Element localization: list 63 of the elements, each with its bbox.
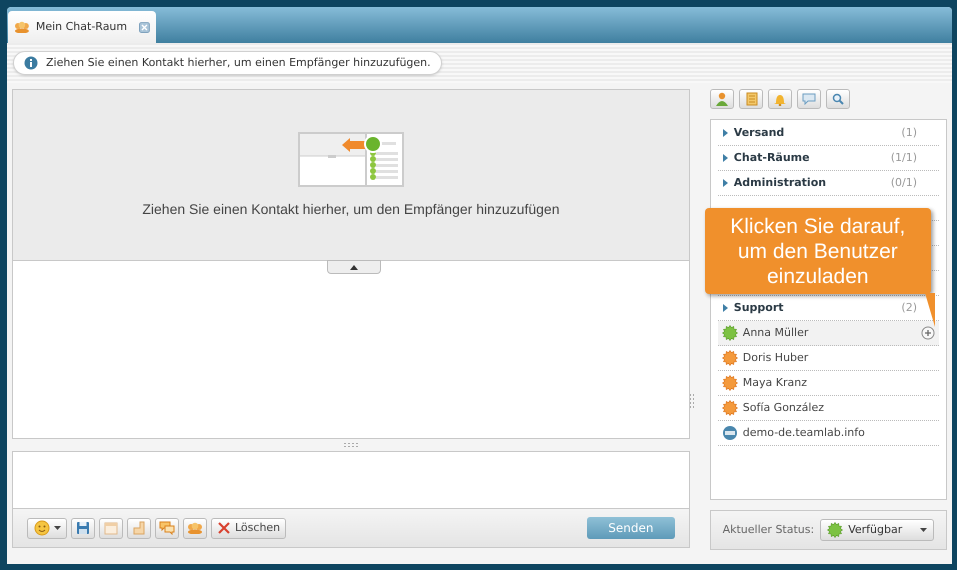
calendar-button[interactable] xyxy=(99,518,123,538)
delete-button[interactable]: Löschen xyxy=(211,518,286,538)
status-dropdown[interactable]: Verfügbar xyxy=(820,519,934,541)
info-text: Ziehen Sie einen Kontakt hierher, um einen Empfänger hinzuzufügen. xyxy=(46,54,431,71)
emoji-button[interactable] xyxy=(27,518,67,538)
collapse-handle[interactable] xyxy=(327,260,381,274)
drop-hint: Ziehen Sie einen Kontakt hierher, um den Empfänger hinzuzufügen xyxy=(142,200,560,219)
user-button[interactable] xyxy=(710,89,734,109)
user-icon xyxy=(716,92,728,106)
save-button[interactable] xyxy=(71,518,95,538)
status-badge-icon xyxy=(722,400,738,416)
smiley-icon xyxy=(34,520,50,536)
up-arrow-icon xyxy=(350,264,358,270)
history-button[interactable] xyxy=(155,518,179,538)
group-name[interactable]: Chat-Räume xyxy=(734,150,810,166)
group-count: (1/1) xyxy=(890,150,917,166)
contact-row[interactable]: Maya Kranz xyxy=(718,371,939,396)
groups-button[interactable] xyxy=(738,89,763,109)
contact-row[interactable]: Sofía González xyxy=(718,396,939,421)
invite-group-button[interactable] xyxy=(183,518,207,538)
chat-room-tab[interactable]: Mein Chat-Raum xyxy=(8,11,156,43)
add-icon[interactable] xyxy=(921,326,935,340)
notification-button[interactable] xyxy=(768,89,792,109)
speech-bubbles-icon xyxy=(159,521,175,535)
status-badge-icon xyxy=(722,375,738,391)
document-icon xyxy=(132,521,146,535)
group-count: (0/1) xyxy=(890,174,917,191)
expand-arrow-icon[interactable] xyxy=(722,154,728,162)
expand-arrow-icon[interactable] xyxy=(722,129,728,137)
close-icon[interactable] xyxy=(139,22,150,32)
search-icon xyxy=(832,93,844,105)
status-label: Aktueller Status: xyxy=(722,522,814,538)
group-name[interactable]: Administration xyxy=(734,174,826,192)
tab-label: Mein Chat-Raum xyxy=(36,18,128,35)
chat-button[interactable] xyxy=(796,89,821,109)
group-icon xyxy=(187,522,203,534)
group-name[interactable]: Versand xyxy=(734,124,784,142)
group-icon xyxy=(14,21,30,33)
expand-arrow-icon[interactable] xyxy=(722,179,728,187)
caret-icon xyxy=(920,528,928,532)
contact-row[interactable]: Doris Huber xyxy=(718,346,939,371)
search-button[interactable] xyxy=(826,89,850,109)
resize-grip-icon[interactable] xyxy=(344,443,358,447)
calendar-icon xyxy=(104,521,118,535)
callout-text: Klicken Sie darauf, um den Benutzer einzuladen xyxy=(729,214,906,288)
group-count: (1) xyxy=(901,124,917,141)
group-name[interactable]: Support xyxy=(734,300,784,316)
list-icon xyxy=(744,92,758,106)
bell-icon xyxy=(774,92,786,106)
contact-row[interactable]: demo-de.teamlab.info xyxy=(718,421,939,446)
caret-icon xyxy=(54,526,60,530)
status-badge-icon xyxy=(827,522,844,538)
close-icon xyxy=(217,521,231,535)
group-count: (2) xyxy=(901,300,917,316)
message-input[interactable] xyxy=(12,451,690,509)
resize-grip-icon[interactable] xyxy=(690,394,694,408)
contact-row[interactable]: Anna Müller xyxy=(718,321,939,346)
expand-arrow-icon[interactable] xyxy=(722,304,728,312)
status-badge-icon xyxy=(722,325,738,341)
file-button[interactable] xyxy=(127,518,151,538)
status-badge-icon xyxy=(722,350,738,366)
speech-bubble-icon xyxy=(802,93,816,105)
info-icon xyxy=(24,56,38,70)
